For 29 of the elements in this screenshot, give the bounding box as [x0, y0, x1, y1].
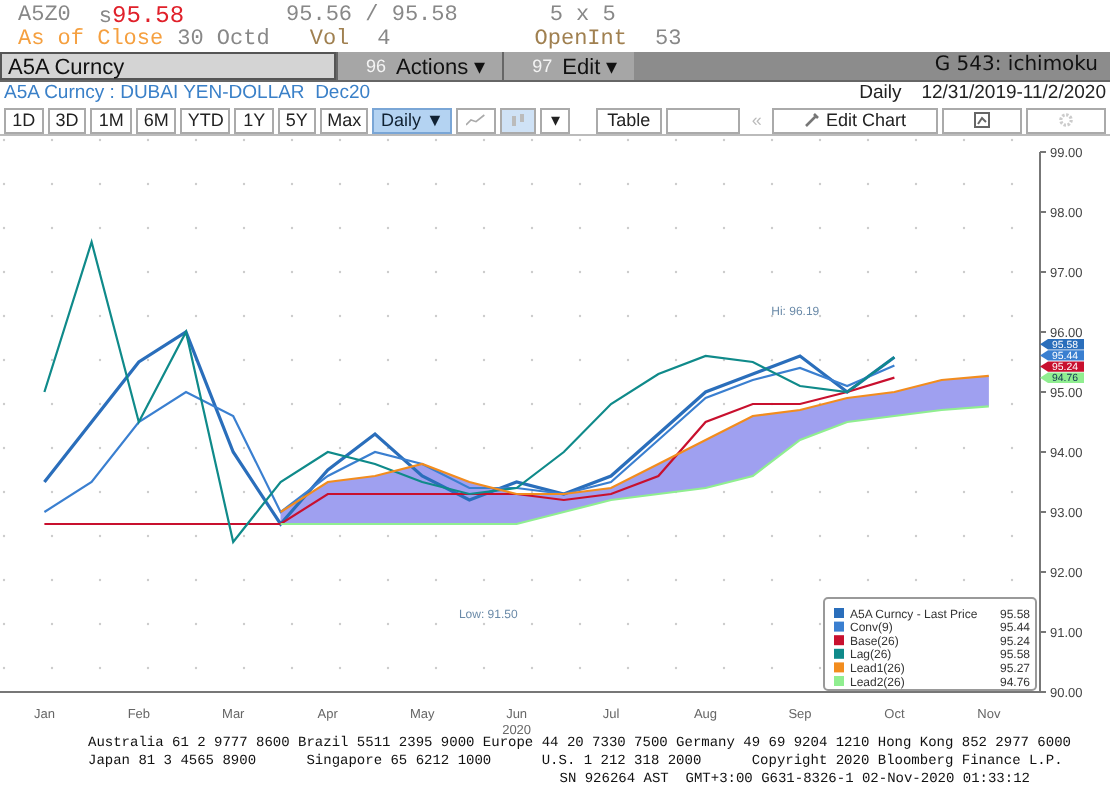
bid-ask-size: 5 x 5	[549, 4, 616, 28]
volume-value: 4	[377, 28, 391, 52]
page-title: G 543: ichimoku	[934, 52, 1100, 80]
chart-type-dropdown[interactable]: ▾	[540, 107, 571, 133]
range-tab[interactable]: Max	[319, 107, 369, 133]
last-price: s95.58	[98, 4, 185, 28]
menu-button[interactable]: 96 Actions ▾	[336, 52, 503, 80]
table-button[interactable]: Table	[595, 107, 663, 133]
range-tab[interactable]: 1D	[4, 107, 44, 133]
security-field[interactable]: A5A Curncy	[0, 52, 336, 80]
period-label: Daily	[859, 82, 902, 106]
volume-label: Vol	[309, 28, 350, 52]
menu-button[interactable]: 97 Edit ▾	[502, 52, 635, 80]
range-tab[interactable]: 6M	[135, 107, 177, 133]
bid-ask: 95.56 / 95.58	[286, 4, 458, 28]
open-interest-value: 53	[654, 28, 682, 52]
range-tab[interactable]: 1M	[90, 107, 132, 133]
range-tab[interactable]: YTD	[180, 107, 231, 133]
frequency-dropdown[interactable]: Daily ▼	[372, 107, 453, 133]
date-range: 12/31/2019-11/2/2020	[921, 82, 1106, 106]
range-tab[interactable]: 1Y	[234, 107, 274, 133]
close-label: As of Close	[18, 28, 164, 52]
range-tab[interactable]: 5Y	[277, 107, 316, 133]
ticker: A5Z0	[18, 4, 71, 28]
security-title: A5A Curncy : DUBAI YEN-DOLLAR Dec20	[4, 82, 371, 106]
range-tab[interactable]: 3D	[47, 107, 87, 133]
open-interest-label: OpenInt	[534, 28, 627, 52]
close-date: 30 Octd	[177, 28, 270, 52]
edit-chart-button[interactable]: Edit Chart	[772, 107, 938, 133]
